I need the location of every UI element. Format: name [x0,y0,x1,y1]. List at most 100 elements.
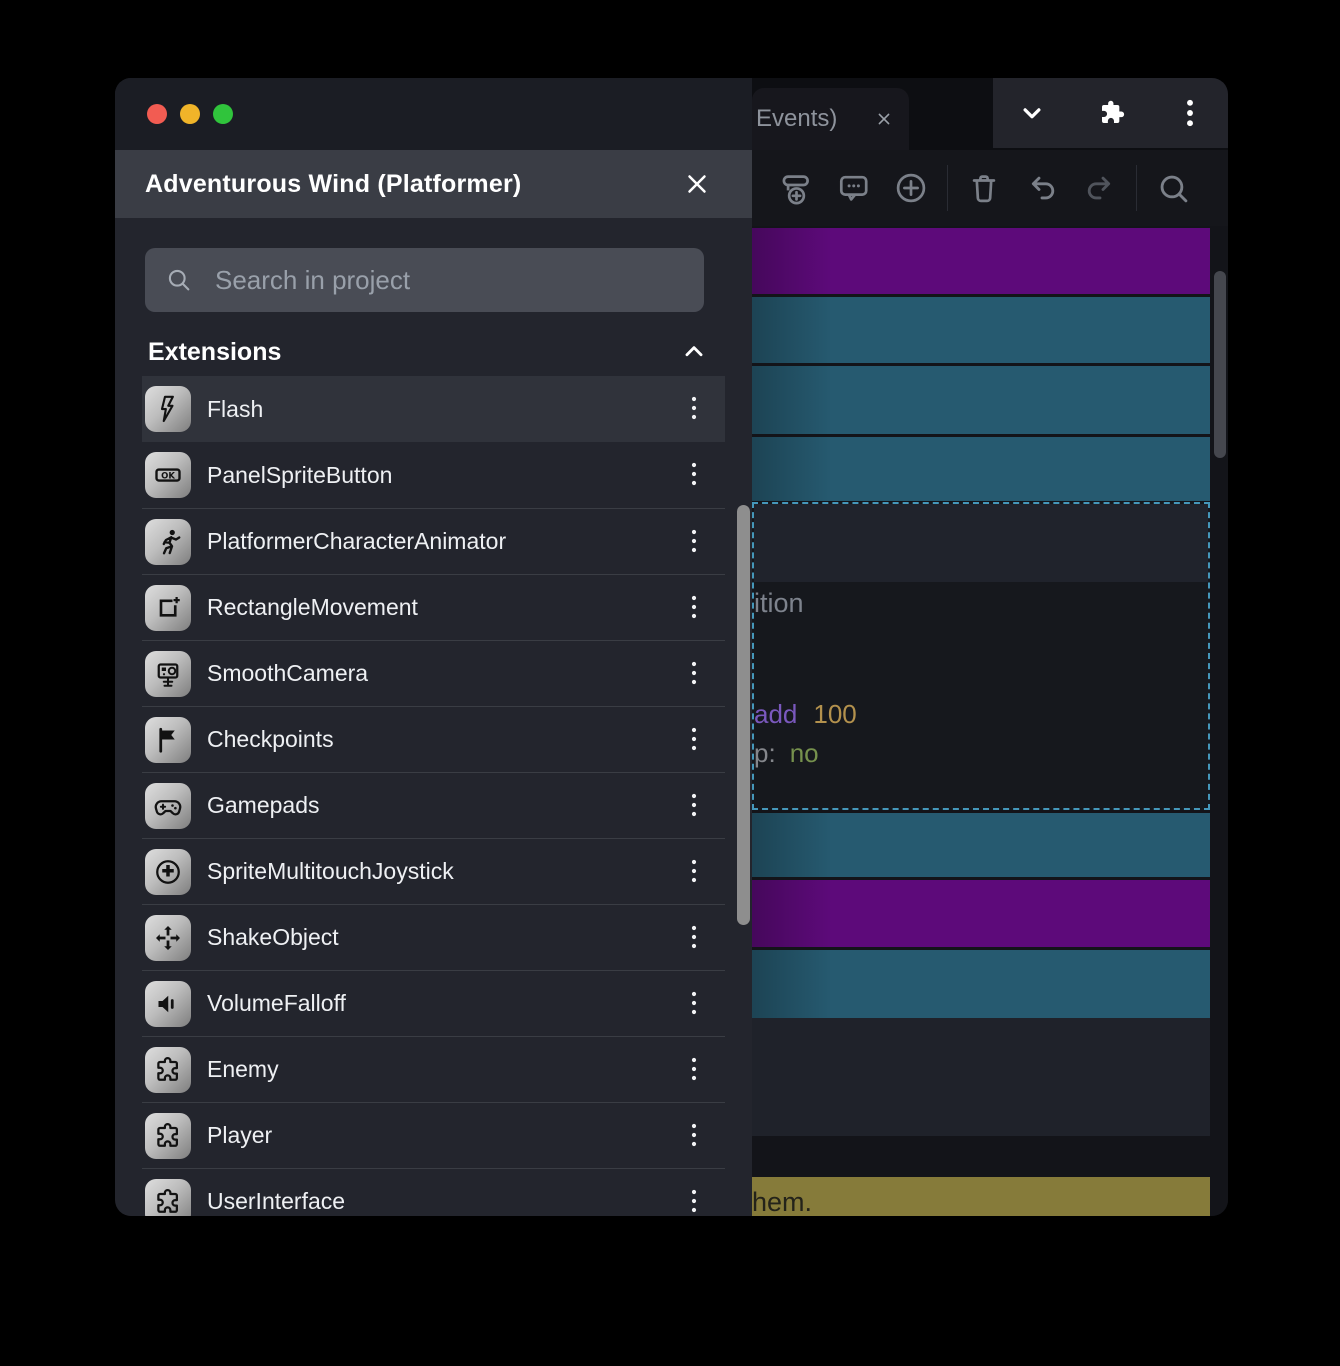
event-block[interactable] [752,297,1210,363]
flag-icon [145,716,191,763]
kebab-menu-icon[interactable] [675,460,713,490]
move-arrows-icon [145,914,191,961]
selected-event-block[interactable]: ition add 100 p: no [752,502,1210,810]
action-param-value: no [789,738,819,768]
extension-label: PlatformerCharacterAnimator [207,528,507,554]
event-block[interactable] [752,813,1210,877]
extension-label: SmoothCamera [207,660,369,686]
tab-events[interactable]: Events) [752,88,909,150]
ok-button-icon [145,452,191,498]
extension-item[interactable]: PanelSpriteButton [142,442,725,508]
extension-label: Enemy [207,1056,279,1082]
extension-label: ShakeObject [207,924,339,950]
extension-label: Flash [207,395,264,422]
extension-label: Checkpoints [207,726,334,752]
events-sheet: ition add 100 p: no hem. [752,226,1228,1216]
extension-item[interactable]: Flash [142,376,725,442]
close-x-icon [873,108,895,130]
kebab-menu-icon[interactable] [675,791,713,821]
delete-icon[interactable] [966,170,1002,206]
extension-label: Player [207,1122,273,1148]
kebab-menu-icon[interactable] [675,1055,713,1085]
kebab-menu-icon[interactable] [1176,96,1204,130]
extension-item[interactable]: Gamepads [142,772,725,838]
kebab-menu-icon[interactable] [675,725,713,755]
event-condition-area [754,504,1208,582]
search-icon [165,266,213,294]
extension-item[interactable]: SpriteMultitouchJoystick [142,838,725,904]
kebab-menu-icon[interactable] [675,1187,713,1217]
chevron-up-icon[interactable] [675,339,713,365]
extension-item[interactable]: SmoothCamera [142,640,725,706]
action-keyword: add [754,699,798,729]
add-sub-event-icon[interactable] [777,170,813,206]
kebab-menu-icon[interactable] [675,923,713,953]
kebab-menu-icon[interactable] [675,527,713,557]
project-manager-panel: Adventurous Wind (Platformer) Extensions [115,78,752,1216]
extension-item[interactable]: UserInterface [142,1168,725,1216]
events-toolbar [752,150,1228,226]
gamepad-icon [145,782,191,829]
extension-label: RectangleMovement [207,594,418,620]
events-scrollbar[interactable] [1214,271,1226,458]
search-icon[interactable] [1155,170,1191,206]
events-empty-area[interactable] [752,1018,1210,1136]
extension-item[interactable]: RectangleMovement [142,574,725,640]
action-param: p: [754,738,776,768]
extension-label: VolumeFalloff [207,990,346,1016]
extensions-section-header[interactable]: Extensions [142,328,725,376]
chevron-down-icon[interactable] [1017,98,1047,128]
extension-item[interactable]: Player [142,1102,725,1168]
undo-icon[interactable] [1024,170,1060,206]
search-box[interactable] [145,248,704,312]
event-block[interactable] [752,228,1210,294]
search-input[interactable] [213,263,684,297]
traffic-light-close[interactable] [147,104,167,124]
extension-item[interactable]: ShakeObject [142,904,725,970]
extension-label: PanelSpriteButton [207,461,393,488]
search-row [145,248,704,312]
screen: Adventurous Wind (Platformer) Extensions [0,0,1340,1366]
event-block[interactable] [752,880,1210,947]
extension-label: Gamepads [207,792,320,818]
events-editor: Events) ition add 100 p: no hem. [752,78,1228,1216]
drawer-scrollbar[interactable] [737,505,750,925]
extension-item[interactable]: PlatformerCharacterAnimator [142,508,725,574]
kebab-menu-icon[interactable] [675,394,713,424]
comment-event-block[interactable]: hem. [752,1177,1210,1216]
event-block[interactable] [752,437,1210,501]
project-title: Adventurous Wind (Platformer) [145,169,522,198]
speaker-icon [145,980,191,1027]
macos-titlebar [115,78,752,150]
traffic-light-zoom[interactable] [213,104,233,124]
kebab-menu-icon[interactable] [675,1121,713,1151]
extension-label: UserInterface [207,1188,346,1214]
action-line: add 100 [754,699,857,730]
add-event-icon[interactable] [893,170,929,206]
project-manager-header: Adventurous Wind (Platformer) [115,150,752,218]
tab-close-button[interactable] [873,108,895,130]
tab-bar: Events) [752,78,1228,150]
extensions-section-label: Extensions [148,337,282,366]
extensions-puzzle-icon[interactable] [1096,97,1128,129]
kebab-menu-icon[interactable] [675,857,713,887]
gdevelop-window: Adventurous Wind (Platformer) Extensions [115,78,1228,1216]
traffic-light-minimize[interactable] [180,104,200,124]
extension-item[interactable]: Checkpoints [142,706,725,772]
camera-icon [145,650,191,697]
extension-item[interactable]: VolumeFalloff [142,970,725,1036]
toolbar-divider [1136,165,1137,211]
kebab-menu-icon[interactable] [675,659,713,689]
redo-icon[interactable] [1082,170,1118,206]
action-line: p: no [754,738,819,769]
add-comment-icon[interactable] [835,170,871,206]
event-block[interactable] [752,366,1210,434]
puzzle-icon [145,1178,191,1216]
extensions-list: Flash PanelSpriteButton PlatformerCharacte… [142,376,725,1216]
kebab-menu-icon[interactable] [675,989,713,1019]
event-block[interactable] [752,950,1210,1018]
kebab-menu-icon[interactable] [675,593,713,623]
extension-item[interactable]: Enemy [142,1036,725,1102]
flash-icon [145,386,191,432]
close-project-manager-button[interactable] [682,169,712,199]
